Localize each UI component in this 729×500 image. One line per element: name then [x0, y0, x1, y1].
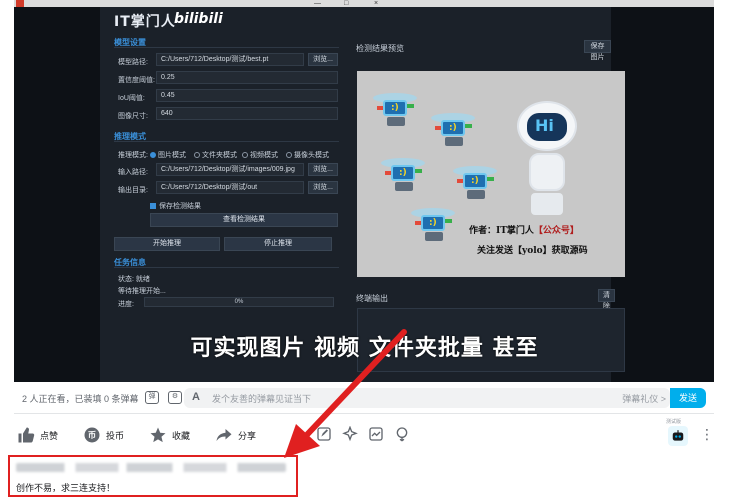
action-toolbar: 点赞 币 投币 收藏 分享 测试版 ⋮ — [14, 419, 714, 450]
divider — [114, 47, 339, 48]
save-image-button[interactable]: 保存图片 — [584, 40, 611, 61]
image-size-field[interactable]: 640 — [156, 107, 338, 120]
stop-inference-button[interactable]: 停止推理 — [224, 237, 332, 251]
danmaku-settings-icon[interactable]: ⚙ — [168, 391, 182, 404]
iou-field[interactable]: 0.45 — [156, 89, 338, 102]
share-arrow-icon — [214, 425, 234, 445]
window-titlebar: — □ × — [14, 0, 714, 7]
output-browse-button[interactable]: 浏览... — [308, 181, 338, 194]
hi-robot-illustration: Hi — [507, 101, 587, 231]
confidence-field[interactable]: 0.25 — [156, 71, 338, 84]
app-logo-icon — [16, 0, 24, 7]
iou-label: IoU阈值: — [118, 95, 145, 102]
highlighted-comment: 创作不易，求三连支持！ — [8, 455, 298, 497]
save-results-checkbox[interactable]: 保存检测结果 — [150, 201, 201, 211]
detection-preview-image: Hi 作者：IT掌门人【公众号】 关注发送【yolo】获取源码 — [357, 71, 625, 277]
preview-caption-follow: 关注发送【yolo】获取源码 — [477, 246, 588, 256]
bilibili-watermark: bilibili — [174, 11, 223, 27]
viewer-count: 2 人正在看，已装填 0 条弹幕 — [22, 394, 139, 404]
note-edit-icon[interactable] — [316, 426, 332, 442]
output-dir-field[interactable]: C:/Users/712/Desktop/测试/out — [156, 181, 304, 194]
confidence-label: 置信度阈值: — [118, 77, 155, 84]
danmaku-placeholder: 发个友善的弹幕见证当下 — [212, 394, 312, 404]
robot-icon — [381, 158, 425, 193]
star-icon — [148, 425, 168, 445]
more-options-icon[interactable]: ⋮ — [700, 426, 714, 442]
divider — [114, 141, 339, 142]
sparkle-icon[interactable] — [342, 425, 358, 442]
coin-icon: 币 — [82, 425, 102, 445]
ai-assistant-icon[interactable] — [668, 426, 688, 446]
clear-button[interactable]: 清除 — [598, 289, 615, 310]
image-size-label: 图像尺寸: — [118, 113, 148, 120]
app-title: IT掌门人 bilibili — [100, 7, 611, 33]
preview-title: 检测结果预览 — [356, 44, 404, 53]
like-button[interactable]: 点赞 — [16, 424, 58, 446]
checkbox-checked-icon — [150, 203, 156, 209]
terminal-title: 终端输出 — [356, 294, 388, 303]
output-dir-label: 输出目录: — [118, 187, 148, 194]
app-title-text: IT掌门人 — [114, 14, 176, 30]
input-path-label: 输入路径: — [118, 169, 148, 176]
blurred-text — [16, 463, 286, 472]
input-path-field[interactable]: C:/Users/712/Desktop/测试/images/009.jpg — [156, 163, 304, 176]
comment-text: 创作不易，求三连支持！ — [16, 483, 116, 493]
mode-folder-radio[interactable]: 文件夹模式 — [194, 150, 237, 160]
danmaku-toggle-icon[interactable]: 弹 — [145, 391, 159, 404]
svg-text:币: 币 — [88, 430, 96, 440]
model-path-label: 模型路径: — [118, 59, 148, 66]
infer-mode-label: 推理模式: — [118, 152, 148, 159]
start-inference-button[interactable]: 开始推理 — [114, 237, 220, 251]
report-icon[interactable] — [394, 426, 410, 442]
mode-image-radio[interactable]: 图片模式 — [150, 150, 186, 160]
robot-icon — [431, 113, 475, 148]
danmaku-etiquette-link[interactable]: 弹幕礼仪 > — [622, 392, 666, 405]
beta-tag: 测试版 — [666, 419, 682, 425]
video-player[interactable]: — □ × IT掌门人 bilibili 模型设置 模型路径: C:/Users… — [14, 0, 714, 382]
page: — □ × IT掌门人 bilibili 模型设置 模型路径: C:/Users… — [0, 0, 729, 500]
share-button[interactable]: 分享 — [214, 424, 256, 446]
robot-icon — [373, 93, 417, 128]
send-button[interactable]: 发送 — [670, 388, 706, 408]
mode-camera-radio[interactable]: 摄像头模式 — [286, 150, 329, 160]
danmaku-bar: 2 人正在看，已装填 0 条弹幕 弹 ⚙ A 发个友善的弹幕见证当下 弹幕礼仪 … — [14, 382, 714, 414]
robot-icon — [411, 208, 455, 243]
progress-label: 进度: — [118, 301, 134, 308]
divider — [114, 267, 339, 268]
favorite-button[interactable]: 收藏 — [148, 424, 190, 446]
input-browse-button[interactable]: 浏览... — [308, 163, 338, 176]
preview-caption-author: 作者：IT掌门人【公众号】 — [469, 226, 579, 236]
progress-bar: 0% — [144, 297, 334, 307]
view-results-button[interactable]: 查看检测结果 — [150, 213, 338, 227]
thumbs-up-icon — [16, 425, 36, 445]
robot-icon — [453, 166, 497, 201]
chart-icon[interactable] — [368, 426, 384, 442]
mode-video-radio[interactable]: 视频模式 — [242, 150, 278, 160]
waiting-text: 等待推理开始... — [118, 288, 166, 295]
danmaku-input[interactable]: A 发个友善的弹幕见证当下 弹幕礼仪 > — [184, 388, 670, 408]
video-subtitle: 可实现图片 视频 文件夹批量 甚至 — [190, 336, 539, 361]
model-path-field[interactable]: C:/Users/712/Desktop/测试/best.pt — [156, 53, 304, 66]
model-browse-button[interactable]: 浏览... — [308, 53, 338, 66]
text-style-icon[interactable]: A — [192, 391, 200, 403]
status-text: 状态: 就绪 — [118, 276, 150, 283]
yolo-app-window: IT掌门人 bilibili 模型设置 模型路径: C:/Users/712/D… — [100, 7, 625, 382]
coin-button[interactable]: 币 投币 — [82, 424, 124, 446]
